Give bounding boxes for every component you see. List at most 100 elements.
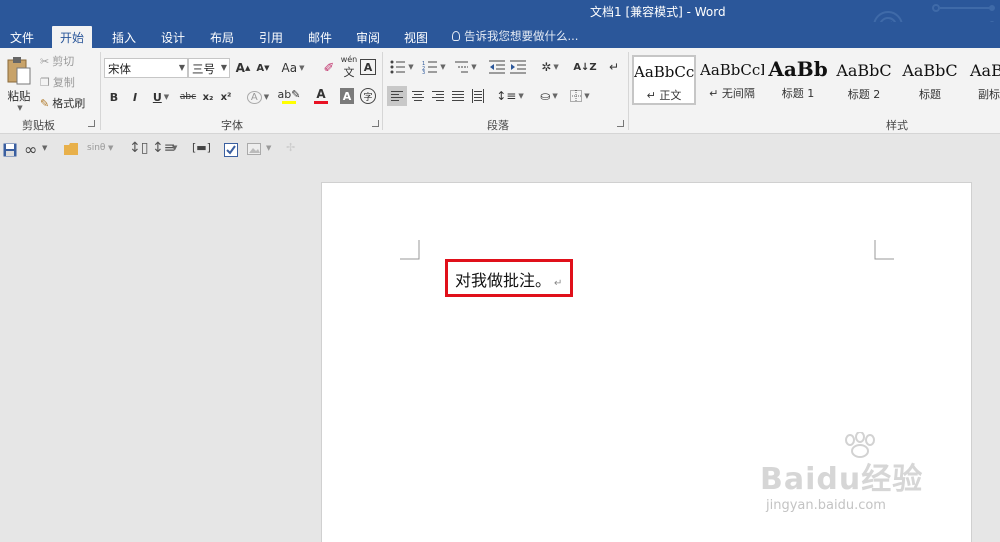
font-family-select[interactable]: 宋体 ▼ [104,58,188,78]
tab-file[interactable]: 文件 [2,26,42,48]
highlighter-icon: ab✎ [277,88,301,101]
line-height-icon[interactable]: ↕▯ [129,140,148,156]
font-size-select[interactable]: 三号 ▼ [188,58,230,78]
style-sample: AaBbCcDd [700,61,764,79]
style-name: ↵ 正文 [646,89,682,102]
window-title: 文档1 [兼容模式] - Word [590,5,726,19]
multilevel-list-button[interactable]: ▼ [451,58,479,76]
eraser-icon: ✐ [323,60,335,76]
tab-mailings[interactable]: 邮件 [300,26,340,48]
chevron-down-icon[interactable]: ▼ [42,144,47,152]
tab-view[interactable]: 视图 [396,26,436,48]
italic-button[interactable]: I [128,88,142,106]
borders-button[interactable]: ▼ [566,86,594,106]
sort-button[interactable]: A↓Z [573,58,597,76]
style-sample: AaBbC [836,61,892,80]
cut-button[interactable]: ✂ 剪切 [40,52,74,70]
format-painter-button[interactable]: ✎ 格式刷 [40,94,85,112]
checkbox-icon[interactable] [224,143,238,157]
increase-indent-button[interactable] [509,58,527,76]
style-sample: AaBb [768,57,828,81]
asian-layout-button[interactable]: ✲ ▼ [537,58,563,76]
grow-font-button[interactable]: A ▲ [235,59,251,77]
image-icon[interactable] [247,143,261,155]
more-icon[interactable]: ✢ [286,141,295,154]
copy-icon: ❐ [40,75,50,89]
align-right-icon [432,89,444,103]
text-effects-button[interactable]: A ▼ [246,88,270,106]
bold-button[interactable]: B [107,88,121,106]
chevron-down-icon[interactable]: ▼ [172,144,177,152]
lightbulb-icon [452,31,460,41]
multilevel-list-icon [455,61,469,73]
bold-icon: B [109,90,119,104]
divider [100,52,101,130]
decrease-indent-button[interactable] [488,58,506,76]
align-right-button[interactable] [428,86,448,106]
highlight-color-button[interactable]: ab✎ [276,86,302,106]
folder-icon[interactable] [64,143,78,155]
style-subtitle[interactable]: AaBbC 副标 [964,55,1000,105]
sort-icon: A↓Z [573,61,597,73]
equation-button[interactable]: sinθ [87,143,105,153]
tab-layout[interactable]: 布局 [202,26,242,48]
font-color-bar [314,101,328,104]
font-family-value: 宋体 [108,62,131,76]
selection-highlight-box [445,259,573,297]
font-color-icon: A [316,87,326,101]
align-center-button[interactable] [408,86,428,106]
paste-button[interactable]: 粘贴 ▼ [4,54,34,114]
field-icon[interactable]: [▬] [192,141,211,154]
link-icon[interactable]: ∞ [24,140,37,159]
style-no-spacing[interactable]: AaBbCcDd ↵ 无间隔 [700,55,764,105]
chevron-down-icon[interactable]: ▼ [108,144,113,152]
superscript-button[interactable]: x² [218,88,234,106]
enclose-characters-button[interactable]: 字 [360,88,376,104]
style-normal[interactable]: AaBbCcDd ↵ 正文 [632,55,696,105]
scissors-icon: ✂ [40,54,50,68]
tab-review[interactable]: 审阅 [348,26,388,48]
style-name: 标题 1 [781,87,815,100]
character-shading-button[interactable]: A [340,88,354,104]
underline-icon: U [152,90,162,104]
chevron-down-icon: ▼ [440,63,446,71]
tab-references[interactable]: 引用 [251,26,291,48]
clear-formatting-button[interactable]: ✐ [320,59,338,77]
phonetic-guide-button[interactable]: wén 文 [340,54,358,79]
style-title[interactable]: AaBbC 标题 [898,55,962,105]
justify-button[interactable] [448,86,468,106]
save-icon[interactable] [3,143,17,157]
show-marks-button[interactable]: ↵ [606,58,622,76]
bullets-button[interactable]: ▼ [388,58,416,76]
subscript-button[interactable]: x₂ [200,88,216,106]
shrink-font-button[interactable]: A ▼ [255,59,271,77]
clipboard-launcher-icon[interactable] [88,120,95,127]
font-color-button[interactable]: A [308,86,334,106]
line-spacing-button[interactable]: ↕≡ ▼ [496,86,524,106]
align-left-button[interactable] [387,86,407,106]
font-launcher-icon[interactable] [372,120,379,127]
tab-insert[interactable]: 插入 [104,26,144,48]
style-heading-1[interactable]: AaBb 标题 1 [766,55,830,105]
paragraph-launcher-icon[interactable] [617,120,624,127]
change-case-button[interactable]: Aa ▼ [280,59,306,77]
quick-toolbar: ∞ ▼ sinθ ▼ ↕▯ ↕≡ ▼ [▬] ▼ ✢ [0,135,1000,165]
shading-button[interactable]: ⛀ ▼ [535,86,563,106]
phonetic-guide-icon: wén [340,54,358,64]
chevron-down-icon[interactable]: ▼ [266,144,271,152]
highlight-color-bar [282,101,296,104]
strikethrough-button[interactable]: abc [178,88,198,106]
change-case-icon: Aa [281,61,298,75]
underline-button[interactable]: U ▼ [148,88,174,106]
chevron-down-icon: ▼ [220,63,227,72]
divider [628,52,629,130]
style-heading-2[interactable]: AaBbC 标题 2 [832,55,896,105]
paint-bucket-icon: ⛀ [540,89,551,103]
tab-home[interactable]: 开始 [52,26,93,48]
distributed-button[interactable] [468,86,488,106]
tab-design[interactable]: 设计 [153,26,193,48]
copy-button[interactable]: ❐ 复制 [40,73,75,91]
character-border-button[interactable]: A [360,59,376,75]
tell-me-box[interactable]: 告诉我您想要做什么... [452,28,578,44]
numbering-button[interactable]: 1 2 3 ▼ [420,58,448,76]
